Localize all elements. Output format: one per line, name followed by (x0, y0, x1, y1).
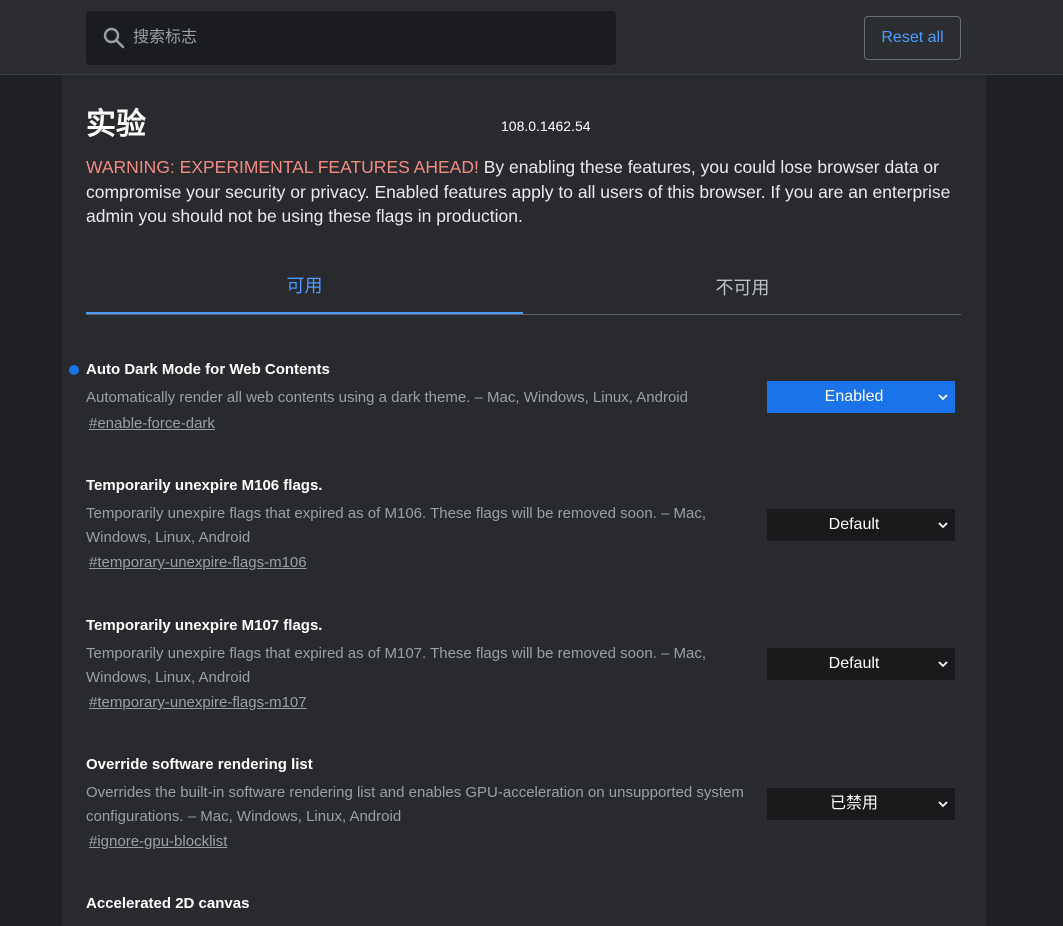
flag-select[interactable]: 已禁用 (767, 788, 955, 820)
page-title: 实验 (86, 108, 146, 141)
flag-select[interactable]: Enabled (767, 381, 955, 413)
warning-message: WARNING: EXPERIMENTAL FEATURES AHEAD! By… (86, 155, 966, 229)
select-value: 已禁用 (829, 795, 878, 812)
chevron-down-icon (938, 394, 948, 401)
tab-available[interactable]: 可用 (86, 261, 523, 314)
flag-select[interactable]: Default (767, 509, 955, 541)
warning-label: WARNING: EXPERIMENTAL FEATURES AHEAD! (86, 157, 479, 177)
flag-item: Temporarily unexpire M107 flags. Tempora… (86, 616, 961, 713)
flag-item: Accelerated 2D canvas (86, 894, 961, 914)
chevron-down-icon (938, 801, 948, 808)
search-box[interactable] (86, 11, 616, 65)
flag-select[interactable]: Default (767, 648, 955, 680)
select-value: Default (828, 516, 880, 533)
flag-description: Automatically render all web contents us… (86, 389, 688, 406)
flag-item: Override software rendering list Overrid… (86, 755, 961, 852)
flag-link[interactable]: #temporary-unexpire-flags-m106 (89, 553, 307, 573)
flag-title: Accelerated 2D canvas (86, 895, 250, 912)
flag-link[interactable]: #temporary-unexpire-flags-m107 (89, 693, 307, 713)
tab-unavailable[interactable]: 不可用 (524, 261, 961, 314)
flag-title: Temporarily unexpire M106 flags. (86, 477, 323, 494)
flag-description: Overrides the built-in software renderin… (86, 784, 744, 825)
flag-title: Auto Dark Mode for Web Contents (86, 361, 330, 378)
chevron-down-icon (938, 522, 948, 529)
flag-link[interactable]: #enable-force-dark (89, 414, 215, 434)
flag-description: Temporarily unexpire flags that expired … (86, 505, 707, 546)
flag-description: Temporarily unexpire flags that expired … (86, 645, 707, 686)
select-value: Default (828, 655, 880, 672)
flag-title: Temporarily unexpire M107 flags. (86, 617, 323, 634)
select-value: Enabled (824, 388, 884, 405)
tab-bar: 可用 不可用 (86, 261, 961, 315)
modified-indicator-dot (69, 365, 79, 375)
version-number: 108.0.1462.54 (501, 118, 591, 134)
search-input[interactable] (133, 11, 593, 65)
flag-title: Override software rendering list (86, 756, 313, 773)
flags-panel: 实验 108.0.1462.54 WARNING: EXPERIMENTAL F… (62, 75, 986, 926)
flag-item: Temporarily unexpire M106 flags. Tempora… (86, 476, 961, 573)
flag-link[interactable]: #ignore-gpu-blocklist (89, 832, 227, 852)
reset-all-button[interactable]: Reset all (864, 16, 961, 60)
search-icon (103, 27, 125, 49)
flag-item: Auto Dark Mode for Web Contents Automati… (69, 360, 961, 434)
top-bar: Reset all (0, 0, 1063, 75)
chevron-down-icon (938, 661, 948, 668)
